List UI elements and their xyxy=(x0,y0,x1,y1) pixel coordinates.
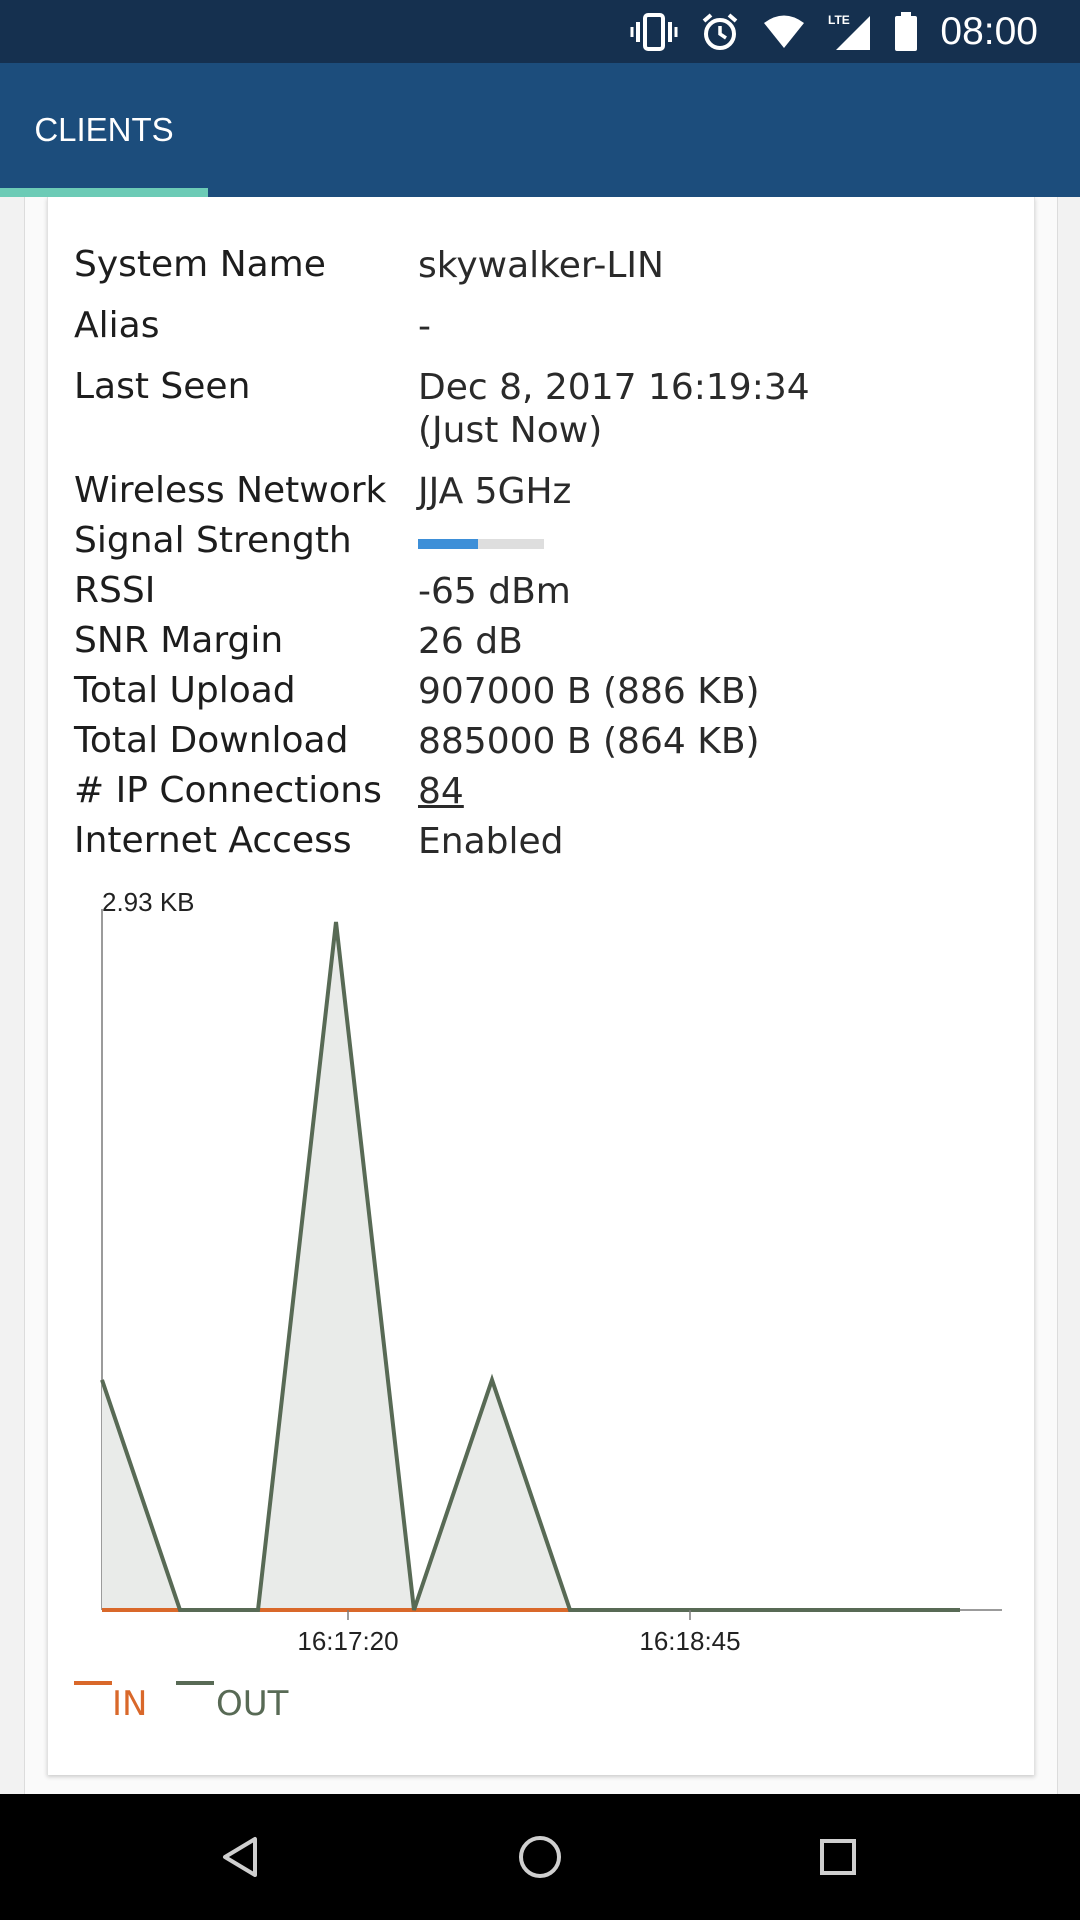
status-bar: LTE 08:00 xyxy=(0,0,1080,63)
alarm-icon xyxy=(700,12,740,52)
wifi-icon xyxy=(762,14,806,50)
legend-in-label: IN xyxy=(112,1684,147,1717)
client-details-card: System Name skywalker-LIN Alias - Last S… xyxy=(47,197,1035,1775)
total-download-value: 885000 B (864 KB) xyxy=(418,721,760,762)
home-button[interactable] xyxy=(460,1794,620,1920)
total-upload-label: Total Upload xyxy=(74,670,296,711)
last-seen-label: Last Seen xyxy=(74,366,251,407)
traffic-chart: 2.93 KB 16:17:20 16:18:45 IN OUT xyxy=(74,887,1002,1717)
signal-strength-bar xyxy=(418,539,544,549)
rssi-label: RSSI xyxy=(74,570,156,611)
back-icon xyxy=(223,1837,257,1877)
content-area[interactable]: System Name skywalker-LIN Alias - Last S… xyxy=(0,197,1080,1794)
snr-margin-value: 26 dB xyxy=(418,621,523,662)
system-name-value: skywalker-LIN xyxy=(418,245,664,286)
system-name-label: System Name xyxy=(74,244,326,285)
back-button[interactable] xyxy=(161,1794,321,1920)
home-icon xyxy=(519,1836,561,1878)
tab-clients-label: CLIENTS xyxy=(34,111,174,148)
rssi-value: -65 dBm xyxy=(418,571,571,612)
total-upload-value: 907000 B (886 KB) xyxy=(418,671,760,712)
tab-clients[interactable]: CLIENTS xyxy=(0,63,208,197)
svg-text:LTE: LTE xyxy=(828,13,850,27)
app-bar: CLIENTS xyxy=(0,63,1080,197)
recents-icon xyxy=(820,1839,856,1875)
last-seen-relative: (Just Now) xyxy=(418,410,603,451)
internet-access-label: Internet Access xyxy=(74,820,352,861)
battery-icon xyxy=(894,11,918,52)
wireless-network-label: Wireless Network xyxy=(74,470,387,511)
status-time: 08:00 xyxy=(940,9,1038,53)
navigation-bar xyxy=(0,1794,1080,1920)
signal-strength-fill xyxy=(418,539,479,549)
ip-connections-label: # IP Connections xyxy=(74,770,382,811)
x-tick-label: 16:17:20 xyxy=(297,1626,398,1656)
total-download-label: Total Download xyxy=(74,720,349,761)
alias-label: Alias xyxy=(74,305,160,346)
y-max-label: 2.93 KB xyxy=(102,887,195,917)
vibrate-icon xyxy=(630,12,678,52)
tab-indicator xyxy=(0,188,208,197)
alias-value: - xyxy=(418,306,431,347)
series-out-area xyxy=(102,922,960,1610)
lte-signal-icon: LTE xyxy=(828,12,872,52)
ip-connections-link[interactable]: 84 xyxy=(418,770,464,813)
last-seen-value: Dec 8, 2017 16:19:34 (Just Now) xyxy=(418,366,810,452)
snr-margin-label: SNR Margin xyxy=(74,620,284,661)
signal-strength-label: Signal Strength xyxy=(74,520,352,561)
legend-out-label: OUT xyxy=(216,1684,289,1717)
x-tick-label: 16:18:45 xyxy=(639,1626,740,1656)
internet-access-value: Enabled xyxy=(418,821,564,862)
wireless-network-value: JJA 5GHz xyxy=(418,471,572,512)
last-seen-datetime: Dec 8, 2017 16:19:34 xyxy=(418,367,810,408)
recents-button[interactable] xyxy=(758,1794,918,1920)
